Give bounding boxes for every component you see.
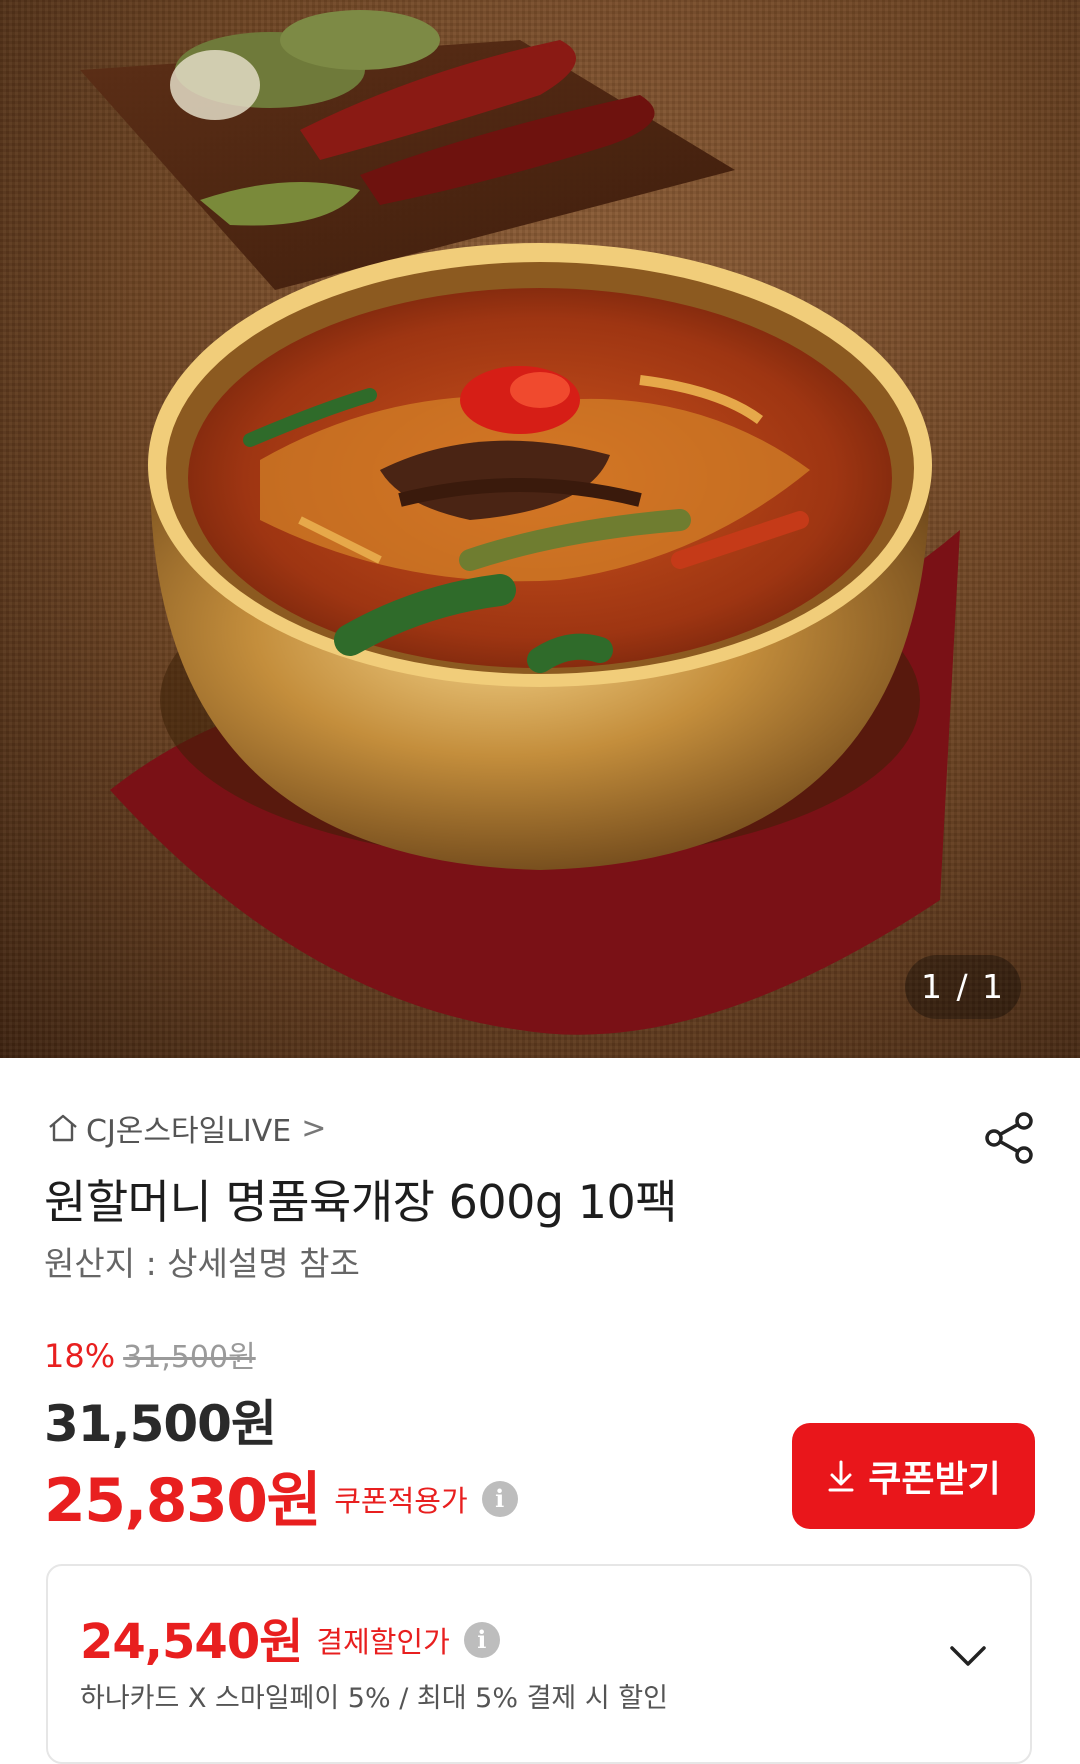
discount-rate: 18%	[44, 1337, 116, 1375]
get-coupon-button[interactable]: 쿠폰받기	[792, 1423, 1035, 1529]
chevron-down-icon[interactable]	[948, 1642, 988, 1670]
payment-discount-box[interactable]: 24,540원 결제할인가 i 하나카드 X 스마일페이 5% / 최대 5% …	[46, 1564, 1032, 1764]
payment-discount-price: 24,540원	[80, 1614, 303, 1670]
home-icon	[49, 1114, 77, 1142]
image-counter: 1 / 1	[905, 955, 1021, 1019]
product-image[interactable]: 1 / 1	[0, 0, 1080, 1058]
seller-link[interactable]: CJ온스타일LIVE >	[46, 1108, 327, 1149]
coupon-price-label: 쿠폰적용가	[334, 1483, 468, 1518]
chevron-right-icon: >	[301, 1110, 327, 1146]
sale-price: 31,500원	[44, 1395, 277, 1453]
coupon-price-row: 25,830원 쿠폰적용가 i	[44, 1452, 518, 1539]
product-origin: 원산지 : 상세설명 참조	[44, 1244, 360, 1283]
seller-name: CJ온스타일LIVE	[86, 1114, 292, 1149]
original-price: 31,500원	[123, 1340, 256, 1375]
payment-price-row: 24,540원 결제할인가 i	[80, 1602, 500, 1672]
info-icon[interactable]: i	[481, 1480, 518, 1517]
product-title: 원할머니 명품육개장 600g 10팩	[44, 1175, 678, 1229]
download-icon	[828, 1460, 854, 1492]
get-coupon-label: 쿠폰받기	[868, 1459, 1001, 1500]
product-photo-illustration	[80, 10, 960, 1035]
info-icon[interactable]: i	[463, 1622, 500, 1658]
discount-row: 18% 31,500원	[44, 1332, 256, 1376]
payment-discount-label: 결제할인가	[316, 1625, 450, 1659]
share-icon[interactable]	[982, 1110, 1038, 1166]
payment-discount-description: 하나카드 X 스마일페이 5% / 최대 5% 결제 시 할인	[80, 1683, 668, 1714]
coupon-price: 25,830원	[44, 1466, 322, 1536]
